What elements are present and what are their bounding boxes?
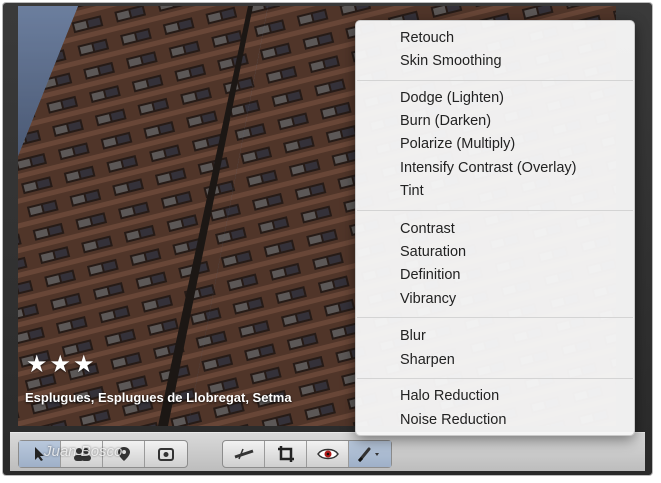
chevron-down-icon: [375, 453, 379, 456]
menu-item-sharpen[interactable]: Sharpen: [400, 349, 455, 371]
info-icon: [158, 448, 174, 461]
toolbar-group-adjust: [222, 440, 392, 468]
menu-item-tint[interactable]: Tint: [400, 180, 424, 202]
straighten-tool-button[interactable]: [223, 441, 265, 467]
menu-item-blur[interactable]: Blur: [400, 325, 426, 347]
photo-caption: Esplugues, Esplugues de Llobregat, Setma: [25, 390, 292, 405]
menu-item-noise-reduction[interactable]: Noise Reduction: [400, 409, 506, 431]
menu-separator: [357, 378, 633, 379]
menu-item-contrast[interactable]: Contrast: [400, 218, 455, 240]
watermark: Juan Bosco: [44, 443, 123, 460]
menu-item-halo-reduction[interactable]: Halo Reduction: [400, 385, 499, 407]
straighten-icon: [234, 448, 253, 460]
menu-separator: [357, 80, 633, 81]
menu-item-polarize[interactable]: Polarize (Multiply): [400, 133, 515, 155]
menu-item-vibrancy[interactable]: Vibrancy: [400, 288, 456, 310]
menu-separator: [357, 317, 633, 318]
menu-item-retouch[interactable]: Retouch: [400, 27, 454, 49]
info-tool-button[interactable]: [145, 441, 187, 467]
brush-icon: [357, 447, 379, 462]
red-eye-icon: [316, 448, 339, 460]
crop-tool-button[interactable]: [265, 441, 307, 467]
red-eye-tool-button[interactable]: [307, 441, 349, 467]
menu-item-dodge[interactable]: Dodge (Lighten): [400, 87, 504, 109]
menu-separator: [357, 210, 633, 211]
menu-item-skin-smoothing[interactable]: Skin Smoothing: [400, 50, 502, 72]
menu-item-intensify-contrast[interactable]: Intensify Contrast (Overlay): [400, 157, 576, 179]
menu-item-saturation[interactable]: Saturation: [400, 241, 466, 263]
crop-icon: [277, 446, 294, 462]
brushes-tool-button[interactable]: [349, 441, 391, 467]
menu-item-burn[interactable]: Burn (Darken): [400, 110, 491, 132]
menu-item-definition[interactable]: Definition: [400, 264, 460, 286]
brushes-menu: Retouch Skin Smoothing Dodge (Lighten) B…: [355, 20, 635, 436]
rating-stars[interactable]: ★★★: [26, 350, 97, 378]
